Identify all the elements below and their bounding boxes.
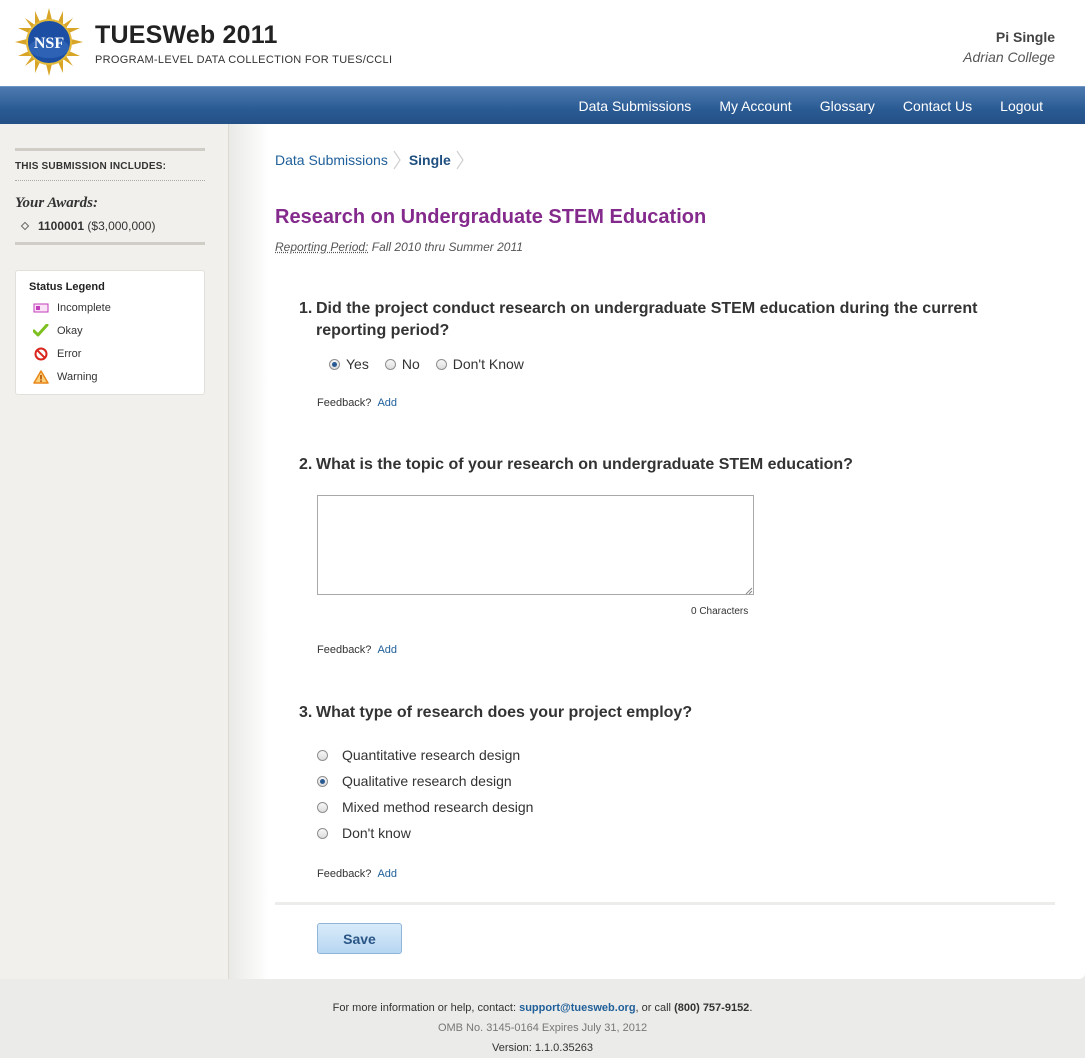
- site-subtitle: PROGRAM-LEVEL DATA COLLECTION FOR TUES/C…: [95, 54, 393, 66]
- footer-omb: OMB No. 3145-0164 Expires July 31, 2012: [437, 1022, 648, 1034]
- main-content: Data Submissions Single Research on Unde…: [229, 124, 1085, 979]
- question-number: 1.: [299, 300, 313, 317]
- nav-data-submissions[interactable]: Data Submissions: [564, 87, 705, 125]
- award-amount: ($3,000,000): [87, 219, 156, 233]
- radio-label: Don't Know: [452, 356, 524, 372]
- nav-glossary[interactable]: Glossary: [806, 87, 889, 125]
- radio-button[interactable]: [317, 749, 328, 761]
- reporting-period-label: Reporting Period:: [275, 240, 369, 254]
- radio-option-dont-know[interactable]: Don't Know: [435, 356, 524, 372]
- radio-button[interactable]: [329, 358, 340, 370]
- incomplete-icon: [33, 303, 49, 313]
- question-1: 1. Did the project conduct research on un…: [299, 298, 999, 342]
- footer-contact: For more information or help, contact: s…: [332, 1002, 753, 1014]
- radio-option-dont-know[interactable]: Don't know: [317, 820, 533, 846]
- reporting-period: Reporting Period: Fall 2010 thru Summer …: [275, 240, 523, 254]
- radio-label: No: [401, 356, 420, 372]
- checkmark-icon: [33, 324, 49, 337]
- feedback-label: Feedback?: [317, 397, 372, 409]
- radio-option-mixed-method[interactable]: Mixed method research design: [317, 794, 533, 820]
- feedback-q2: Feedback? Add: [317, 644, 397, 656]
- main-nav: Data Submissions My Account Glossary Con…: [0, 86, 1085, 125]
- nav-my-account[interactable]: My Account: [705, 87, 805, 125]
- support-email-link[interactable]: support@tuesweb.org: [519, 1002, 635, 1014]
- legend-label: Incomplete: [57, 302, 111, 314]
- warning-icon: [33, 370, 49, 384]
- question-2: 2. What is the topic of your research on …: [299, 454, 999, 476]
- legend-row-error: Error: [33, 347, 81, 361]
- status-legend: Status Legend Incomplete Okay Error Warn…: [15, 270, 205, 395]
- radio-label: Yes: [346, 356, 369, 372]
- radio-option-no[interactable]: No: [384, 356, 420, 372]
- breadcrumb-data-submissions[interactable]: Data Submissions: [275, 152, 388, 168]
- feedback-add-link[interactable]: Add: [377, 644, 397, 656]
- radio-button[interactable]: [317, 775, 328, 787]
- legend-label: Okay: [57, 325, 83, 337]
- radio-option-quantitative[interactable]: Quantitative research design: [317, 742, 533, 768]
- legend-row-warning: Warning: [33, 370, 98, 384]
- question-number: 3.: [299, 704, 313, 721]
- user-name: Pi Single: [995, 29, 1055, 45]
- legend-row-okay: Okay: [33, 324, 83, 338]
- error-icon: [34, 347, 48, 361]
- feedback-label: Feedback?: [317, 868, 372, 880]
- legend-row-incomplete: Incomplete: [33, 301, 111, 315]
- breadcrumb: Data Submissions Single: [275, 150, 472, 170]
- radio-option-qualitative[interactable]: Qualitative research design: [317, 768, 533, 794]
- radio-label: Mixed method research design: [342, 799, 534, 815]
- question-text: What is the topic of your research on un…: [316, 456, 853, 473]
- radio-label: Qualitative research design: [342, 773, 512, 789]
- sidebar-dotted-divider: [15, 180, 205, 181]
- feedback-q1: Feedback? Add: [317, 397, 397, 409]
- radio-button[interactable]: [384, 358, 396, 370]
- save-button[interactable]: Save: [317, 923, 402, 954]
- radio-label: Quantitative research design: [342, 747, 521, 763]
- feedback-add-link[interactable]: Add: [377, 868, 397, 880]
- awards-label: Your Awards:: [15, 195, 98, 211]
- breadcrumb-chevron-icon: [456, 150, 464, 170]
- page-footer: For more information or help, contact: s…: [0, 980, 1085, 1058]
- radio-button[interactable]: [317, 827, 328, 839]
- legend-label: Warning: [57, 371, 98, 383]
- footer-version: Version: 1.1.0.35263: [492, 1042, 593, 1054]
- svg-text:NSF: NSF: [34, 35, 64, 52]
- question-3-options: Quantitative research design Qualitative…: [317, 742, 533, 846]
- feedback-label: Feedback?: [317, 644, 372, 656]
- user-organization: Adrian College: [963, 49, 1055, 65]
- character-count: 0 Characters: [691, 606, 749, 617]
- breadcrumb-current: Single: [408, 152, 451, 168]
- sidebar-divider: [15, 148, 205, 151]
- site-title: TUESWeb 2011: [95, 21, 278, 49]
- question-number: 2.: [299, 456, 313, 473]
- question-1-options: Yes No Don't Know: [329, 356, 540, 372]
- breadcrumb-chevron-icon: [393, 150, 401, 170]
- nav-logout[interactable]: Logout: [986, 87, 1057, 125]
- feedback-q3: Feedback? Add: [317, 868, 397, 880]
- radio-option-yes[interactable]: Yes: [329, 356, 369, 372]
- award-item: 1100001 ($3,000,000): [20, 219, 156, 233]
- radio-label: Don't know: [342, 825, 411, 841]
- question-text: Did the project conduct research on unde…: [316, 300, 978, 339]
- radio-button[interactable]: [435, 358, 447, 370]
- nsf-logo[interactable]: NSF: [15, 8, 83, 76]
- diamond-bullet-icon: [20, 221, 30, 231]
- legend-label: Error: [57, 348, 82, 360]
- sidebar-divider: [15, 242, 205, 245]
- sidebar: THIS SUBMISSION INCLUDES: Your Awards: 1…: [0, 124, 229, 979]
- support-phone: (800) 757-9152: [674, 1002, 750, 1014]
- question-text: What type of research does your project …: [316, 704, 693, 721]
- nav-contact-us[interactable]: Contact Us: [889, 87, 986, 125]
- form-divider: [275, 902, 1055, 905]
- radio-button[interactable]: [317, 801, 328, 813]
- resize-grip-icon[interactable]: [745, 587, 753, 595]
- award-id: 1100001: [38, 219, 85, 233]
- feedback-add-link[interactable]: Add: [377, 397, 397, 409]
- status-legend-title: Status Legend: [29, 281, 105, 293]
- question-3: 3. What type of research does your projec…: [299, 702, 999, 724]
- page-header: NSF TUESWeb 2011 PROGRAM-LEVEL DATA COLL…: [0, 0, 1085, 86]
- research-topic-textarea[interactable]: [317, 495, 754, 595]
- submission-includes-heading: THIS SUBMISSION INCLUDES:: [15, 161, 167, 172]
- reporting-period-value: Fall 2010 thru Summer 2011: [371, 240, 523, 254]
- page-title: Research on Undergraduate STEM Education: [275, 206, 707, 228]
